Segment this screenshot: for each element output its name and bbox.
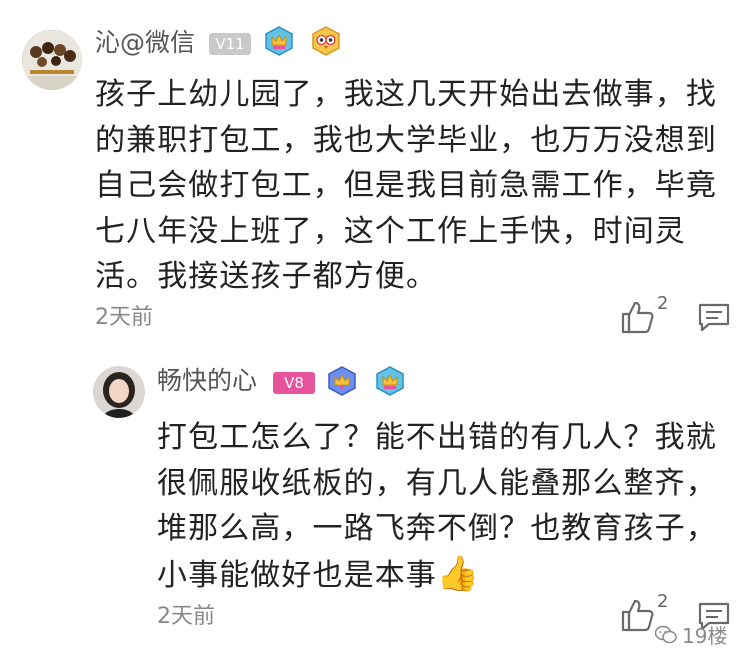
badge-crown-icon [265,26,293,56]
badge-crown-icon [376,366,404,396]
reply-icon[interactable] [697,302,731,332]
timestamp: 2天前 [157,604,215,629]
comment-text: 孩子上幼儿园了，我这几天开始出去做事，找的兼职打包工，我也大学毕业，也万万没想到… [95,77,717,294]
badge-owl-icon [312,26,340,56]
level-badge: V8 [273,372,315,394]
watermark: 19楼 [655,620,727,649]
avatar[interactable] [22,30,82,90]
badge-crown-icon [328,366,356,396]
username[interactable]: 畅快的心 [157,366,257,396]
like-count: 2 [657,591,669,612]
avatar[interactable] [93,366,145,418]
timestamp: 2天前 [95,305,153,330]
level-badge: V11 [209,33,251,55]
watermark-text: 19楼 [682,624,728,648]
like-icon[interactable] [620,597,656,633]
username[interactable]: 沁@微信 [95,28,195,58]
wechat-icon [655,625,677,643]
thumbs-up-emoji: 👍 [436,553,481,594]
like-count: 2 [657,293,669,314]
reply-text: 打包工怎么了？能不出错的有几人？我就很佩服收纸板的，有几人能叠那么整齐，堆那么高… [157,415,732,598]
like-icon[interactable] [620,299,656,335]
